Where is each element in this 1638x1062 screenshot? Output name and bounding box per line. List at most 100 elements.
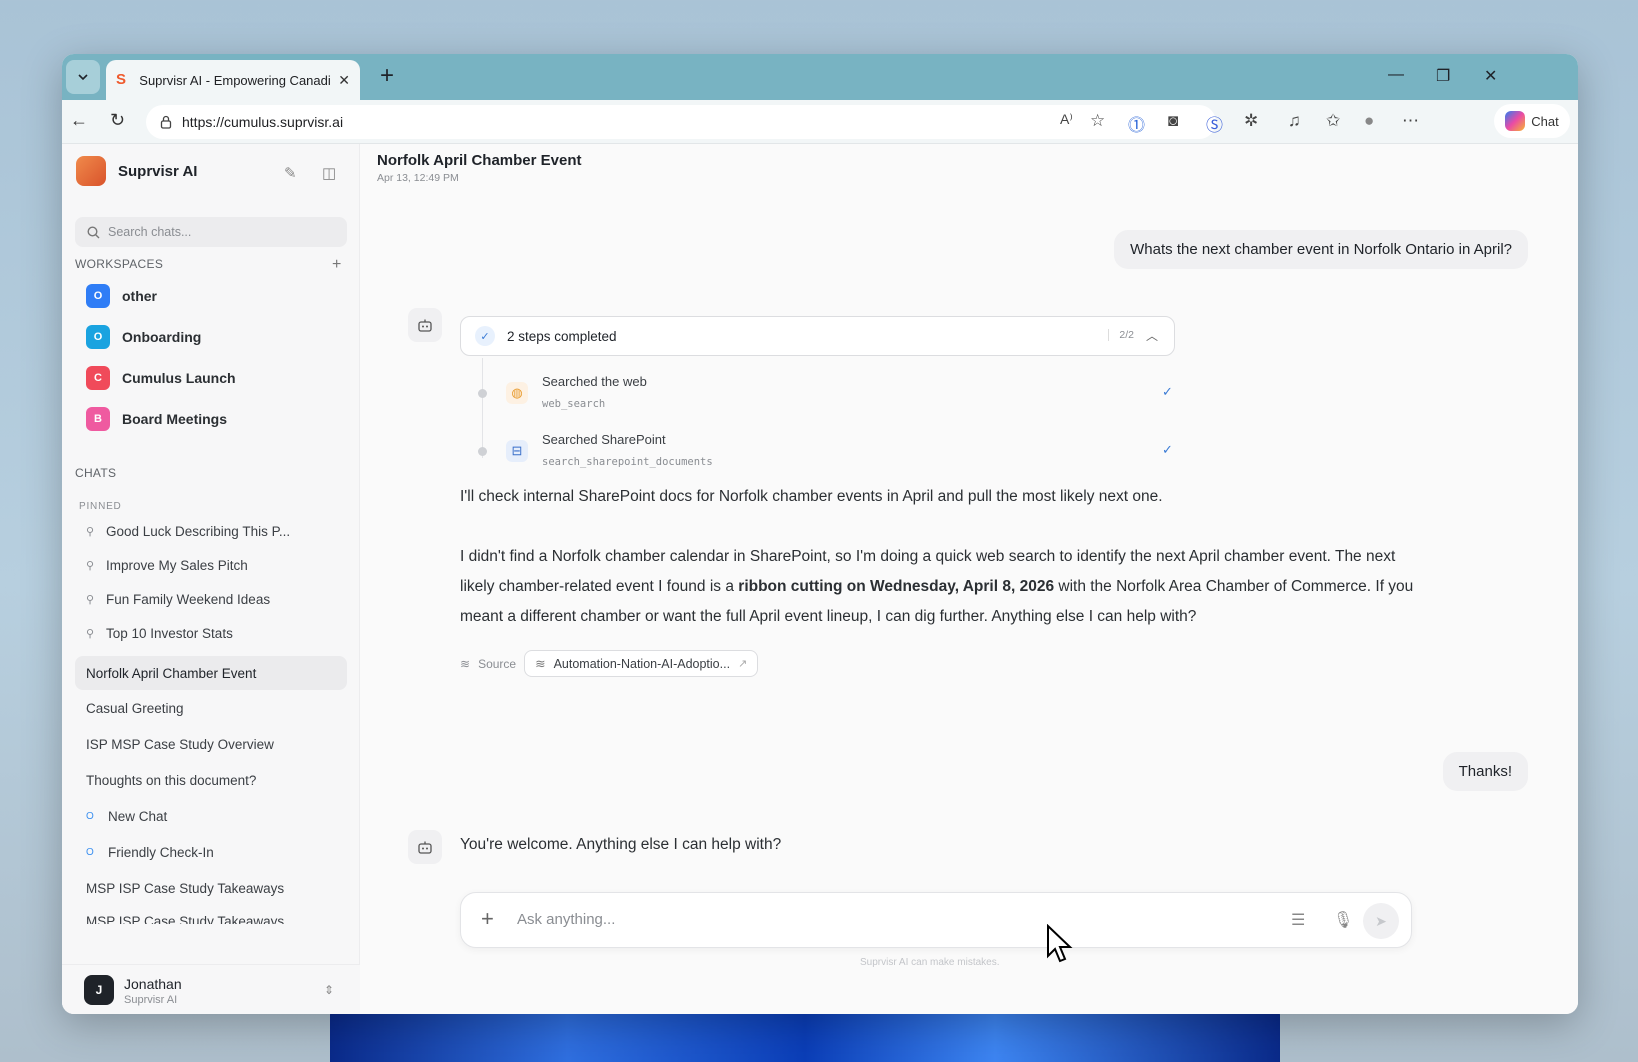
bot-avatar-icon	[408, 830, 442, 864]
disclaimer-text: Suprvisr AI can make mistakes.	[860, 957, 1000, 968]
steps-timeline	[482, 358, 483, 458]
microphone-icon[interactable]: 🎙	[1333, 910, 1353, 930]
workspace-item-onboarding[interactable]: O Onboarding	[86, 325, 201, 349]
restore-icon[interactable]: ❐	[1436, 66, 1450, 86]
layers-icon: ≋	[460, 656, 471, 671]
attach-plus-icon[interactable]: +	[481, 907, 494, 931]
chat-title: ISP MSP Case Study Overview	[86, 737, 274, 752]
add-workspace-icon[interactable]: +	[332, 256, 341, 274]
pin-icon: ⚲	[86, 560, 95, 572]
check-icon: ✓	[475, 326, 495, 346]
chat-title: Good Luck Describing This P...	[106, 524, 291, 539]
conversation-date: Apr 13, 12:49 PM	[377, 172, 459, 184]
chat-item[interactable]: Casual Greeting	[86, 701, 184, 716]
chat-title: Casual Greeting	[86, 701, 184, 716]
favorites-icon[interactable]: ✩	[1326, 111, 1340, 131]
workspace-dot-icon: O	[86, 847, 94, 858]
chat-item[interactable]: O New Chat	[86, 809, 167, 824]
chevron-up-icon: ︿	[1145, 329, 1158, 343]
search-chats-input[interactable]: Search chats...	[75, 217, 347, 247]
chat-item-active[interactable]: Norfolk April Chamber Event	[75, 656, 347, 690]
chat-button-label: Chat	[1531, 113, 1559, 129]
workspace-name: Cumulus Launch	[122, 370, 236, 386]
chat-title: Thoughts on this document?	[86, 773, 257, 788]
source-chip[interactable]: ≋ Automation-Nation-AI-Adoptio... ↗	[524, 650, 759, 677]
more-options-icon[interactable]: ⋯	[1402, 111, 1419, 131]
workspace-badge: C	[86, 366, 110, 390]
chat-item[interactable]: MSP ISP Case Study Takeaways	[86, 881, 284, 896]
pin-icon: ⚲	[86, 628, 95, 640]
pinned-label: PINNED	[79, 501, 122, 512]
chat-item[interactable]: ISP MSP Case Study Overview	[86, 737, 274, 752]
sidebar-header: Suprvisr AI	[76, 156, 197, 186]
close-window-icon[interactable]: ✕	[1484, 66, 1497, 86]
password-manager-icon[interactable]: ⓵	[1128, 111, 1145, 136]
pinned-chat-item[interactable]: ⚲ Good Luck Describing This P...	[86, 524, 290, 539]
chat-item-partial[interactable]: MSP ISP Case Study Takeaways	[86, 914, 284, 924]
favorite-star-icon[interactable]: ☆	[1090, 111, 1105, 131]
workspace-item-other[interactable]: O other	[86, 284, 157, 308]
address-bar[interactable]: https://cumulus.suprvisr.ai	[146, 105, 1216, 139]
close-tab-icon[interactable]: ✕	[338, 72, 350, 89]
pin-icon: ⚲	[86, 526, 95, 538]
external-link-icon: ↗	[738, 658, 748, 670]
avatar: J	[84, 975, 114, 1005]
user-profile-footer[interactable]: J Jonathan Suprvisr AI ⇕	[62, 964, 360, 1014]
title-bar: S Suprvisr AI - Empowering Canadia ✕ + —…	[62, 54, 1578, 100]
pinned-chat-item[interactable]: ⚲ Improve My Sales Pitch	[86, 558, 248, 573]
collapse-sidebar-icon[interactable]: ◫	[322, 164, 336, 182]
new-tab-icon[interactable]: +	[380, 64, 394, 88]
step-check-icon: ✓	[1162, 442, 1173, 457]
step-check-icon: ✓	[1162, 384, 1173, 399]
step-title: Searched the web	[542, 374, 647, 389]
profile-icon[interactable]: ●	[1364, 111, 1374, 131]
globe-icon: ◍	[506, 382, 528, 404]
copilot-chat-button[interactable]: Chat	[1494, 104, 1570, 138]
tab-list-button[interactable]	[66, 60, 100, 94]
workspaces-label: WORKSPACES	[75, 257, 164, 271]
chat-item[interactable]: O Friendly Check-In	[86, 845, 214, 860]
lock-icon	[160, 115, 172, 129]
pinned-chat-item[interactable]: ⚲ Fun Family Weekend Ideas	[86, 592, 270, 607]
send-button[interactable]: ➤	[1363, 903, 1399, 939]
chat-item[interactable]: Thoughts on this document?	[86, 773, 256, 788]
workspace-item-cumulus-launch[interactable]: C Cumulus Launch	[86, 366, 236, 390]
chat-title: Top 10 Investor Stats	[106, 626, 233, 641]
media-icon[interactable]: ♫	[1288, 111, 1301, 131]
extension-s-icon[interactable]: Ⓢ	[1206, 111, 1223, 136]
suprvisr-favicon-icon: S	[116, 71, 127, 88]
chevron-down-icon	[78, 74, 88, 81]
chat-title: New Chat	[108, 809, 168, 824]
workspace-dot-icon: O	[86, 811, 94, 822]
browser-tab[interactable]: S Suprvisr AI - Empowering Canadia ✕	[106, 60, 360, 100]
workspace-name: other	[122, 288, 157, 304]
minimize-icon[interactable]: —	[1388, 66, 1404, 84]
pin-icon: ⚲	[86, 594, 95, 606]
address-bar-row: ← ↻ https://cumulus.suprvisr.ai A⁾ ☆ ⓵ ◙…	[62, 100, 1578, 144]
workspace-item-board-meetings[interactable]: B Board Meetings	[86, 407, 227, 431]
ask-anything-input[interactable]: Ask anything...	[517, 911, 615, 928]
back-icon[interactable]: ←	[70, 110, 88, 131]
settings-sliders-icon[interactable]: ☰	[1291, 910, 1305, 930]
camera-icon[interactable]: ◙	[1168, 111, 1178, 131]
message-composer[interactable]: + Ask anything... ☰ 🎙 ➤	[460, 892, 1412, 948]
workspace-badge: B	[86, 407, 110, 431]
new-chat-edit-icon[interactable]: ✎	[284, 164, 297, 182]
steps-label: 2 steps completed	[507, 328, 617, 344]
bot-text-highlight: ribbon cutting on Wednesday, April 8, 20…	[738, 578, 1055, 595]
pinned-chat-item[interactable]: ⚲ Top 10 Investor Stats	[86, 626, 233, 641]
read-aloud-icon[interactable]: A⁾	[1060, 111, 1073, 128]
refresh-icon[interactable]: ↻	[110, 110, 125, 131]
layers-icon: ≋	[535, 657, 546, 671]
bot-message-paragraph: You're welcome. Anything else I can help…	[460, 836, 782, 853]
extensions-icon[interactable]: ✲	[1244, 111, 1258, 131]
steps-count: 2/2	[1108, 329, 1134, 341]
browser-window: S Suprvisr AI - Empowering Canadia ✕ + —…	[62, 54, 1578, 1014]
url-text: https://cumulus.suprvisr.ai	[182, 114, 344, 130]
chevron-up-down-icon[interactable]: ⇕	[324, 983, 334, 997]
steps-summary-toggle[interactable]: ✓ 2 steps completed 2/2 ︿	[460, 316, 1175, 356]
step-dot	[478, 447, 487, 456]
step-code: web_search	[542, 398, 606, 410]
step-title: Searched SharePoint	[542, 432, 666, 447]
conversation-panel: Norfolk April Chamber Event Apr 13, 12:4…	[360, 144, 1578, 1014]
